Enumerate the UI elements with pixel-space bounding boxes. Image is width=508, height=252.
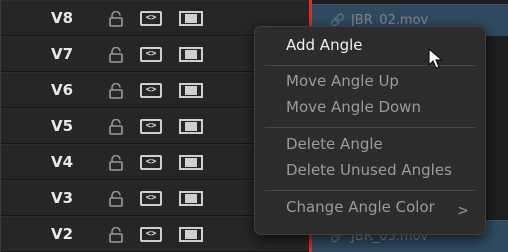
film-icon[interactable]	[179, 227, 203, 242]
menu-item-add-angle[interactable]: Add Angle	[286, 36, 363, 54]
context-menu: Add Angle Move Angle Up Move Angle Down …	[254, 26, 486, 235]
film-icon[interactable]	[179, 191, 203, 206]
chevron-right-icon: >	[457, 203, 469, 219]
menu-item-delete-angle[interactable]: Delete Angle	[286, 135, 383, 153]
lock-icon[interactable]	[109, 227, 123, 243]
auto-select-icon[interactable]: <>	[140, 83, 162, 98]
track-label: V4	[51, 153, 74, 171]
track-label: V5	[51, 117, 74, 135]
auto-select-icon[interactable]: <>	[140, 191, 162, 206]
lock-icon[interactable]	[109, 191, 123, 207]
menu-item-move-angle-down[interactable]: Move Angle Down	[286, 98, 421, 116]
film-icon[interactable]	[179, 83, 203, 98]
film-icon[interactable]	[179, 47, 203, 62]
track-label: V2	[51, 225, 74, 243]
lock-icon[interactable]	[109, 119, 123, 135]
menu-separator	[265, 127, 475, 128]
auto-select-icon[interactable]: <>	[140, 227, 162, 242]
menu-item-delete-unused-angles[interactable]: Delete Unused Angles	[286, 161, 452, 179]
track-label: V8	[51, 9, 74, 27]
menu-separator	[265, 190, 475, 191]
lock-icon[interactable]	[109, 11, 123, 27]
track-label: V7	[51, 45, 74, 63]
auto-select-icon[interactable]: <>	[140, 155, 162, 170]
mouse-cursor-icon	[428, 48, 444, 69]
film-icon[interactable]	[179, 155, 203, 170]
track-label: V3	[51, 189, 74, 207]
link-icon: 🔗	[330, 13, 345, 27]
lock-icon[interactable]	[109, 47, 123, 63]
auto-select-icon[interactable]: <>	[140, 119, 162, 134]
track-label: V6	[51, 81, 74, 99]
auto-select-icon[interactable]: <>	[140, 11, 162, 26]
auto-select-icon[interactable]: <>	[140, 47, 162, 62]
menu-item-change-angle-color[interactable]: Change Angle Color	[286, 198, 435, 216]
menu-item-move-angle-up[interactable]: Move Angle Up	[286, 72, 399, 90]
timeline-screen: 🔗 JBR_02.mov 🔗 JBR_03.mov V8 <> V7 <> V6 <…	[0, 0, 508, 252]
lock-icon[interactable]	[109, 155, 123, 171]
film-icon[interactable]	[179, 11, 203, 26]
lock-icon[interactable]	[109, 83, 123, 99]
film-icon[interactable]	[179, 119, 203, 134]
